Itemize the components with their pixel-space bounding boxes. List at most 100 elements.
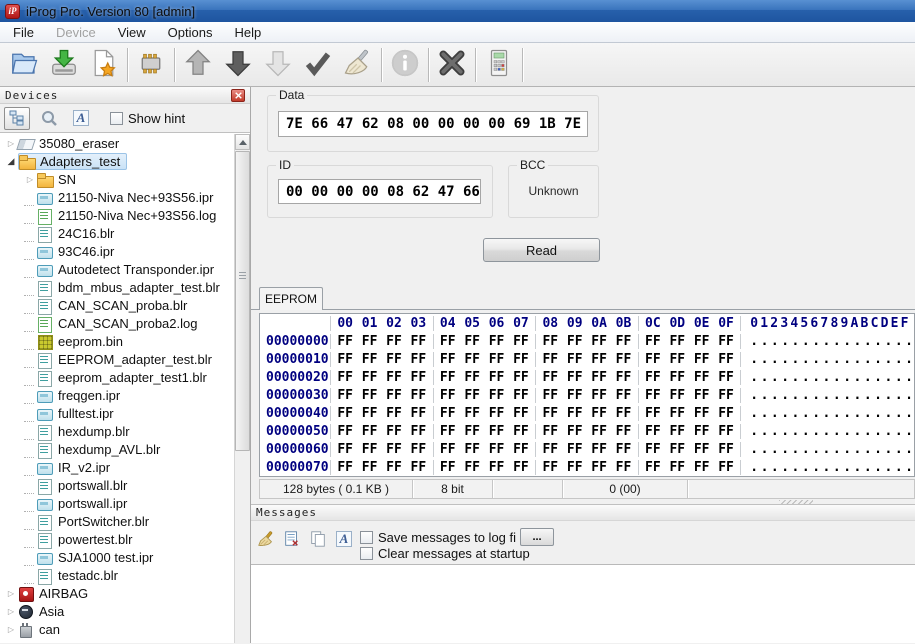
hex-byte-cell[interactable]: FF — [641, 460, 665, 475]
new-file-button[interactable] — [84, 46, 124, 84]
menu-file[interactable]: File — [2, 23, 45, 42]
tree-item-freqgen-ipr[interactable]: freqgen.ipr — [0, 386, 234, 404]
hex-byte-cell[interactable]: FF — [357, 442, 381, 457]
devices-close-button[interactable] — [231, 88, 245, 102]
tree-item-can[interactable]: ▷ can — [0, 620, 234, 638]
expand-arrow-icon[interactable]: ▷ — [4, 589, 18, 598]
arrow-up-button[interactable] — [178, 46, 218, 84]
hex-byte-cell[interactable]: FF — [357, 424, 381, 439]
hex-byte-cell[interactable]: FF — [357, 406, 381, 421]
hex-byte-cell[interactable]: FF — [382, 352, 406, 367]
hex-byte-cell[interactable]: FF — [357, 460, 381, 475]
hex-byte-cell[interactable]: FF — [484, 460, 508, 475]
hex-byte-cell[interactable]: FF — [689, 334, 713, 349]
hex-byte-cell[interactable]: FF — [714, 388, 738, 403]
hex-byte-cell[interactable]: FF — [509, 334, 533, 349]
hex-byte-cell[interactable]: FF — [563, 424, 587, 439]
scrollbar-thumb[interactable] — [235, 151, 250, 451]
hex-byte-cell[interactable]: FF — [689, 352, 713, 367]
hex-byte-cell[interactable]: FF — [484, 370, 508, 385]
hex-byte-cell[interactable]: FF — [436, 442, 460, 457]
hex-byte-cell[interactable]: FF — [641, 424, 665, 439]
menu-help[interactable]: Help — [223, 23, 272, 42]
hex-byte-cell[interactable]: FF — [406, 442, 430, 457]
hex-byte-cell[interactable]: FF — [611, 388, 635, 403]
hex-byte-cell[interactable]: FF — [689, 406, 713, 421]
tree-item-testadc-blr[interactable]: testadc.blr — [0, 566, 234, 585]
tree-item-portswall-ipr[interactable]: portswall.ipr — [0, 494, 234, 512]
menu-options[interactable]: Options — [157, 23, 224, 42]
tree-item-car[interactable]: ▷ CAR — [0, 638, 234, 644]
hex-byte-cell[interactable]: FF — [641, 388, 665, 403]
hex-byte-cell[interactable]: FF — [484, 334, 508, 349]
hex-byte-cell[interactable]: FF — [382, 424, 406, 439]
font-button[interactable]: A — [68, 107, 94, 130]
hex-byte-cell[interactable]: FF — [357, 352, 381, 367]
hex-byte-cell[interactable]: FF — [689, 442, 713, 457]
hex-byte-cell[interactable]: FF — [406, 424, 430, 439]
clear-messages-button[interactable] — [255, 529, 277, 549]
hex-byte-cell[interactable]: FF — [611, 460, 635, 475]
hex-byte-cell[interactable]: FF — [665, 442, 689, 457]
hex-byte-cell[interactable]: FF — [484, 442, 508, 457]
hex-byte-cell[interactable]: FF — [460, 388, 484, 403]
hex-byte-cell[interactable]: FF — [436, 424, 460, 439]
hex-byte-cell[interactable]: FF — [563, 334, 587, 349]
hex-byte-cell[interactable]: FF — [563, 442, 587, 457]
tree-item-can-scan-proba2-log[interactable]: CAN_SCAN_proba2.log — [0, 314, 234, 333]
hex-byte-cell[interactable]: FF — [460, 442, 484, 457]
hex-byte-cell[interactable]: FF — [406, 370, 430, 385]
hex-byte-cell[interactable]: FF — [382, 334, 406, 349]
hex-byte-cell[interactable]: FF — [641, 370, 665, 385]
hex-byte-cell[interactable]: FF — [333, 334, 357, 349]
scroll-up-button[interactable] — [235, 134, 250, 150]
tree-item-21150-niva-nec-93s56-ipr[interactable]: 21150-Niva Nec+93S56.ipr — [0, 188, 234, 206]
hex-byte-cell[interactable]: FF — [563, 460, 587, 475]
info-button[interactable] — [385, 46, 425, 84]
verify-check-button[interactable] — [298, 46, 338, 84]
hex-byte-cell[interactable]: FF — [484, 388, 508, 403]
browse-log-button[interactable]: ... — [520, 528, 555, 546]
hex-byte-cell[interactable]: FF — [641, 334, 665, 349]
hex-byte-cell[interactable]: FF — [333, 442, 357, 457]
hex-byte-cell[interactable]: FF — [538, 424, 562, 439]
copy-messages-button[interactable] — [307, 529, 329, 549]
hex-byte-cell[interactable]: FF — [714, 424, 738, 439]
search-button[interactable] — [36, 107, 62, 130]
hex-byte-cell[interactable]: FF — [611, 442, 635, 457]
write-device-button[interactable] — [44, 46, 84, 84]
hex-byte-cell[interactable]: FF — [509, 370, 533, 385]
hex-byte-cell[interactable]: FF — [333, 424, 357, 439]
hex-byte-cell[interactable]: FF — [587, 370, 611, 385]
expand-arrow-icon[interactable]: ▷ — [4, 607, 18, 616]
save-log-checkbox[interactable] — [360, 530, 373, 544]
hex-byte-cell[interactable]: FF — [357, 388, 381, 403]
tree-item-autodetect-transponder-ipr[interactable]: Autodetect Transponder.ipr — [0, 260, 234, 278]
hex-byte-cell[interactable]: FF — [333, 352, 357, 367]
tree-scrollbar[interactable] — [234, 134, 250, 643]
hex-byte-cell[interactable]: FF — [382, 406, 406, 421]
hex-byte-cell[interactable]: FF — [563, 406, 587, 421]
hex-byte-cell[interactable]: FF — [587, 424, 611, 439]
hex-byte-cell[interactable]: FF — [538, 334, 562, 349]
hex-byte-cell[interactable]: FF — [484, 406, 508, 421]
hex-byte-cell[interactable]: FF — [460, 352, 484, 367]
hex-byte-cell[interactable]: FF — [587, 460, 611, 475]
title-bar[interactable]: iP iProg Pro. Version 80 [admin] — [0, 0, 915, 22]
hex-byte-cell[interactable]: FF — [382, 442, 406, 457]
hex-byte-cell[interactable]: FF — [509, 460, 533, 475]
tree-item-24c16-blr[interactable]: 24C16.blr — [0, 224, 234, 243]
hex-byte-cell[interactable]: FF — [509, 388, 533, 403]
tree-item-eeprom-adapter-test-blr[interactable]: EEPROM_adapter_test.blr — [0, 350, 234, 369]
hex-byte-cell[interactable]: FF — [587, 442, 611, 457]
hex-byte-cell[interactable]: FF — [689, 424, 713, 439]
expand-arrow-icon[interactable]: ▷ — [4, 643, 18, 644]
hex-byte-cell[interactable]: FF — [333, 388, 357, 403]
hex-byte-cell[interactable]: FF — [665, 352, 689, 367]
hex-byte-cell[interactable]: FF — [641, 406, 665, 421]
tree-item-fulltest-ipr[interactable]: fulltest.ipr — [0, 404, 234, 422]
show-hint-checkbox[interactable] — [110, 111, 123, 125]
collapse-arrow-icon[interactable]: ◢ — [4, 156, 18, 167]
hex-byte-cell[interactable]: FF — [587, 388, 611, 403]
hex-byte-cell[interactable]: FF — [333, 460, 357, 475]
